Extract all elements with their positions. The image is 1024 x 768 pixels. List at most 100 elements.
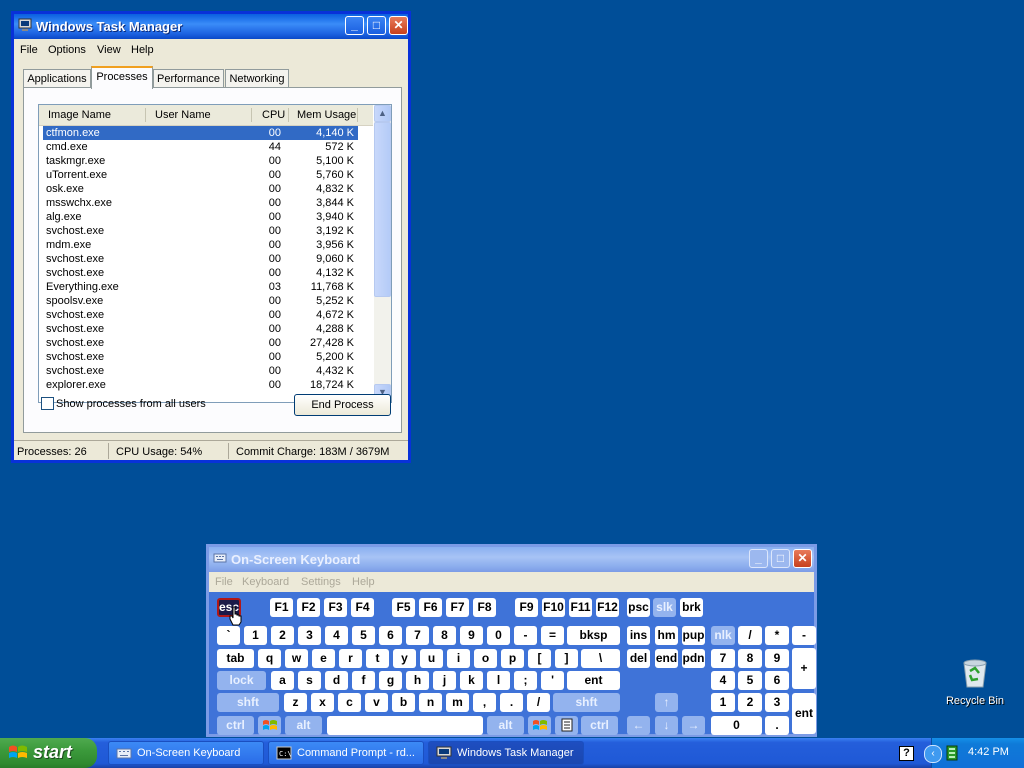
process-row[interactable]: svchost.exe 00 4,672 K — [39, 308, 373, 322]
osk-key-i[interactable]: i — [447, 649, 470, 668]
osk-key-f8[interactable]: F8 — [473, 598, 496, 617]
osk-key-e[interactable]: e — [312, 649, 335, 668]
tab-networking[interactable]: Networking — [225, 69, 289, 88]
osk-key-j[interactable]: j — [433, 671, 456, 690]
process-row[interactable]: spoolsv.exe 00 5,252 K — [39, 294, 373, 308]
osk-key-b[interactable]: b — [392, 693, 415, 712]
osk-key-a[interactable]: a — [271, 671, 294, 690]
taskbar-item-on-screen-keyboard[interactable]: On-Screen Keyboard — [108, 741, 264, 765]
osk-key-9[interactable]: 9 — [460, 626, 483, 645]
osk-key-0[interactable]: 0 — [487, 626, 510, 645]
show-all-users-checkbox[interactable] — [41, 397, 54, 410]
osk-key-3[interactable]: 3 — [765, 693, 789, 712]
osk-key-p[interactable]: p — [501, 649, 524, 668]
osk-key-r[interactable]: r — [339, 649, 362, 668]
process-row[interactable]: svchost.exe 00 9,060 K — [39, 252, 373, 266]
network-tray-icon[interactable] — [946, 745, 958, 761]
process-row[interactable]: explorer.exe 00 18,724 K — [39, 378, 373, 392]
osk-key-pup[interactable]: pup — [682, 626, 705, 645]
osk-key-w[interactable]: w — [285, 649, 308, 668]
osk-key-7[interactable]: 7 — [406, 626, 429, 645]
osk-key-6[interactable]: 6 — [765, 671, 789, 690]
osk-key-tab[interactable]: tab — [217, 649, 254, 668]
osk-key-space[interactable] — [327, 716, 483, 735]
osk-key-ent[interactable]: ent — [567, 671, 620, 690]
column-image-name[interactable]: Image Name — [48, 109, 111, 121]
process-row[interactable]: uTorrent.exe 00 5,760 K — [39, 168, 373, 182]
osk-key-quote[interactable]: ' — [541, 671, 564, 690]
osk-key-minus[interactable]: - — [792, 626, 816, 645]
osk-key-windows-left[interactable] — [258, 716, 281, 735]
osk-key-t[interactable]: t — [366, 649, 389, 668]
osk-key-7[interactable]: 7 — [711, 649, 735, 668]
column-user-name[interactable]: User Name — [155, 109, 211, 121]
process-row[interactable]: osk.exe 00 4,832 K — [39, 182, 373, 196]
osk-key-left[interactable]: ← — [627, 716, 650, 735]
osk-key-f2[interactable]: F2 — [297, 598, 320, 617]
osk-key-hm[interactable]: hm — [655, 626, 678, 645]
osk-key-period[interactable]: . — [765, 716, 789, 735]
process-row[interactable]: Everything.exe 03 11,768 K — [39, 280, 373, 294]
osk-key-8[interactable]: 8 — [738, 649, 762, 668]
process-row[interactable]: svchost.exe 00 4,432 K — [39, 364, 373, 378]
osk-key-f7[interactable]: F7 — [446, 598, 469, 617]
osk-key-6[interactable]: 6 — [379, 626, 402, 645]
osk-key-v[interactable]: v — [365, 693, 388, 712]
end-process-button[interactable]: End Process — [294, 394, 391, 416]
osk-key-y[interactable]: y — [393, 649, 416, 668]
osk-key-q[interactable]: q — [258, 649, 281, 668]
osk-key-backslash[interactable]: \ — [581, 649, 620, 668]
process-row[interactable]: cmd.exe 44 572 K — [39, 140, 373, 154]
tab-applications[interactable]: Applications — [23, 69, 91, 88]
osk-key-nlk[interactable]: nlk — [711, 626, 735, 645]
osk-key-1[interactable]: 1 — [711, 693, 735, 712]
process-row[interactable]: svchost.exe 00 27,428 K — [39, 336, 373, 350]
process-row[interactable]: msswchx.exe 00 3,844 K — [39, 196, 373, 210]
osk-key-end[interactable]: end — [655, 649, 678, 668]
osk-key-pdn[interactable]: pdn — [682, 649, 705, 668]
menu-options[interactable]: Options — [48, 44, 86, 56]
menu-help[interactable]: Help — [131, 44, 154, 56]
osk-key-2[interactable]: 2 — [271, 626, 294, 645]
osk-key-f5[interactable]: F5 — [392, 598, 415, 617]
osk-key-slk[interactable]: slk — [653, 598, 676, 617]
osk-key-1[interactable]: 1 — [244, 626, 267, 645]
process-row[interactable]: svchost.exe 00 3,192 K — [39, 224, 373, 238]
osk-key-m[interactable]: m — [446, 693, 469, 712]
minimize-button[interactable]: _ — [345, 16, 364, 35]
osk-key-up[interactable]: ↑ — [655, 693, 678, 712]
taskbar-item-command-prompt[interactable]: C:\ Command Prompt - rd... — [268, 741, 424, 765]
task-manager-titlebar[interactable]: Windows Task Manager _ □ ✕ — [14, 14, 408, 39]
process-row[interactable]: mdm.exe 00 3,956 K — [39, 238, 373, 252]
osk-key-lock[interactable]: lock — [217, 671, 266, 690]
osk-key-8[interactable]: 8 — [433, 626, 456, 645]
osk-key-g[interactable]: g — [379, 671, 402, 690]
osk-key-alt[interactable]: alt — [285, 716, 322, 735]
osk-key-menu[interactable] — [555, 716, 578, 735]
osk-key-bksp[interactable]: bksp — [567, 626, 620, 645]
osk-key-alt[interactable]: alt — [487, 716, 524, 735]
osk-key-period[interactable]: . — [500, 693, 523, 712]
osk-key-s[interactable]: s — [298, 671, 321, 690]
osk-key-z[interactable]: z — [284, 693, 307, 712]
osk-key-f11[interactable]: F11 — [569, 598, 592, 617]
osk-key-slash[interactable]: / — [527, 693, 550, 712]
osk-key-del[interactable]: del — [627, 649, 650, 668]
osk-key-windows-right[interactable] — [528, 716, 551, 735]
osk-key-0[interactable]: 0 — [711, 716, 762, 735]
osk-key-numpad-enter[interactable]: ent — [792, 693, 816, 734]
osk-key-f[interactable]: f — [352, 671, 375, 690]
osk-key-ins[interactable]: ins — [627, 626, 650, 645]
close-button[interactable]: ✕ — [389, 16, 408, 35]
osk-key-x[interactable]: x — [311, 693, 334, 712]
process-row[interactable]: svchost.exe 00 5,200 K — [39, 350, 373, 364]
osk-key-rbracket[interactable]: ] — [555, 649, 578, 668]
column-cpu[interactable]: CPU — [262, 109, 285, 121]
tab-processes[interactable]: Processes — [91, 66, 153, 89]
osk-key-numpad-plus[interactable]: + — [792, 648, 816, 689]
osk-key-asterisk[interactable]: * — [765, 626, 789, 645]
osk-key-9[interactable]: 9 — [765, 649, 789, 668]
taskbar-item-task-manager[interactable]: Windows Task Manager — [428, 741, 584, 765]
process-row[interactable]: taskmgr.exe 00 5,100 K — [39, 154, 373, 168]
osk-key-equals[interactable]: = — [541, 626, 564, 645]
